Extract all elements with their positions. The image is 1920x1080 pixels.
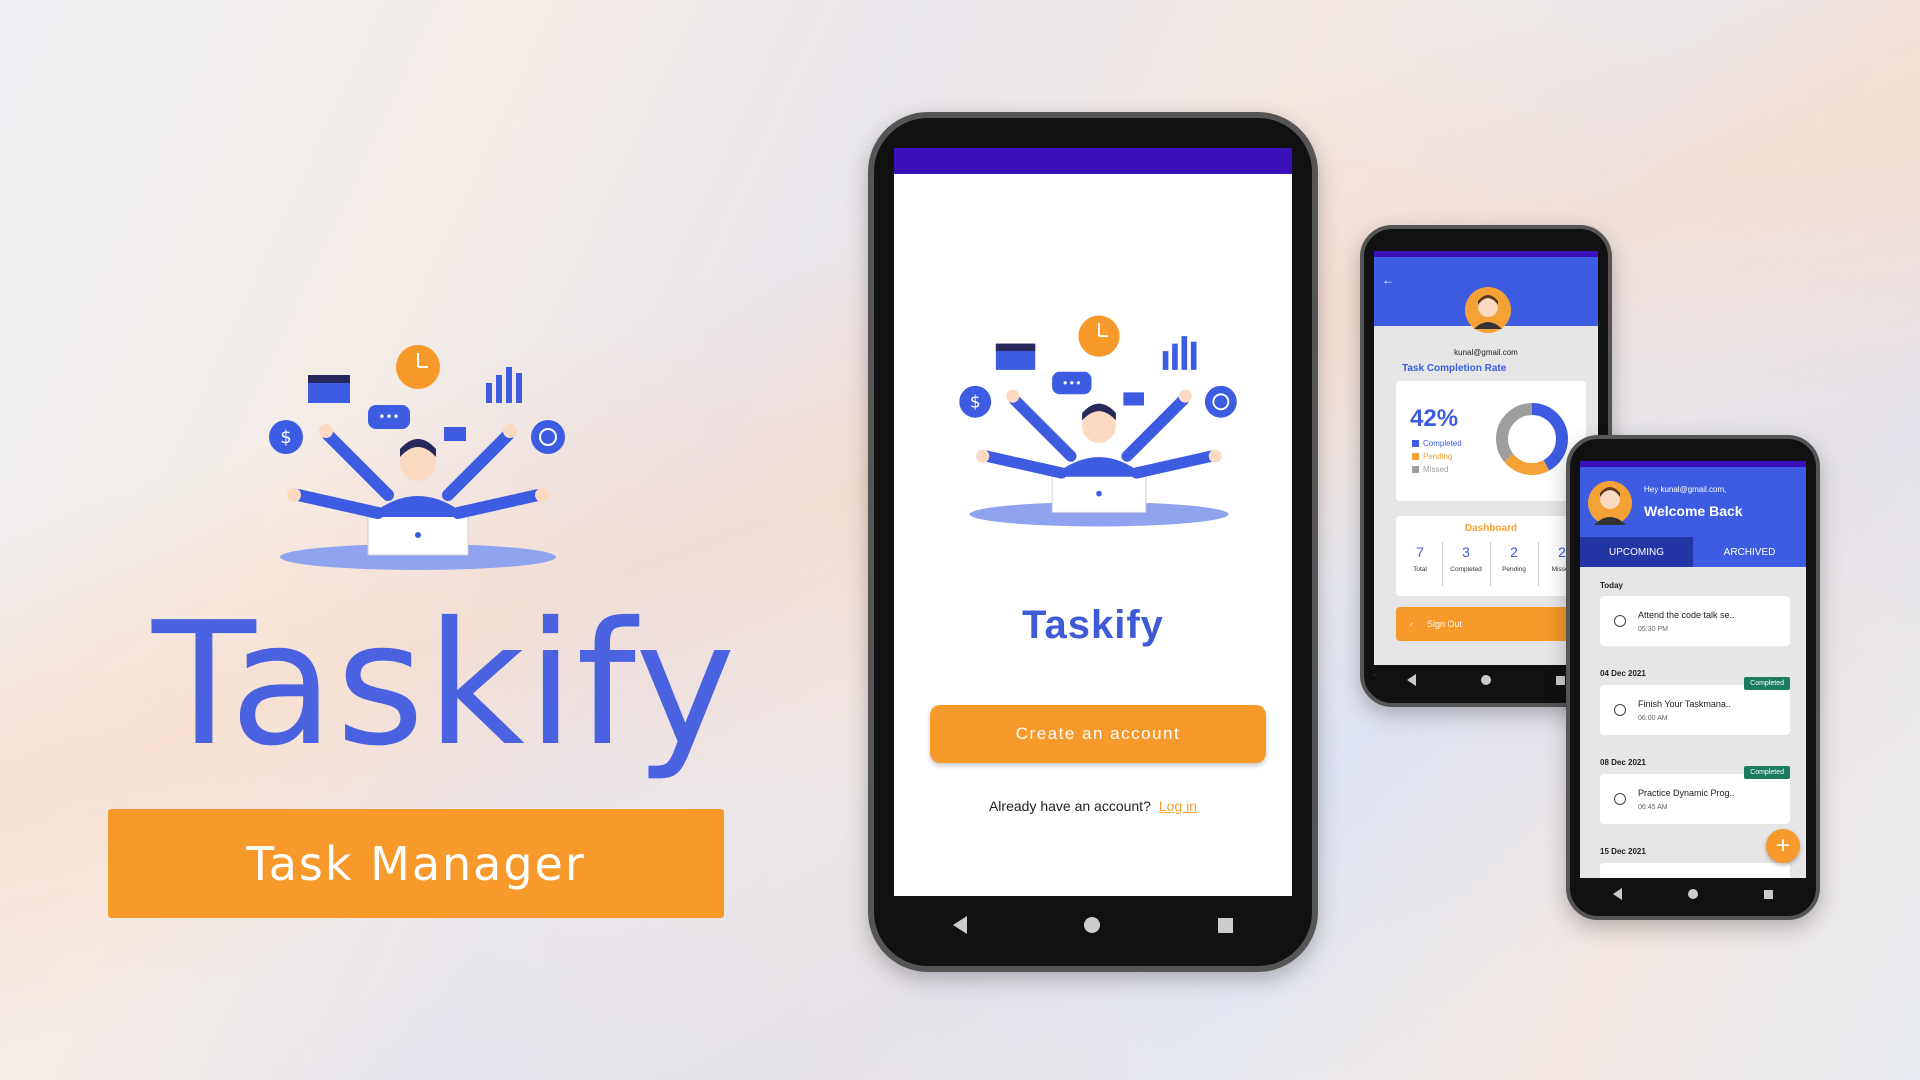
svg-text:•••: ••• xyxy=(1062,377,1082,390)
legend-missed: Missed xyxy=(1412,465,1448,474)
greeting-text: Hey kunal@gmail.com, xyxy=(1644,485,1727,494)
svg-text:$: $ xyxy=(280,427,291,448)
profile-email: kunal@gmail.com xyxy=(1454,348,1518,357)
stat-label: Pending xyxy=(1502,566,1526,573)
recents-icon[interactable] xyxy=(1556,675,1566,685)
login-row: Already have an account? Log in xyxy=(894,798,1292,814)
multitasking-illustration: $ ••• xyxy=(269,345,565,570)
task-checkbox[interactable] xyxy=(1614,615,1626,627)
multitasking-illustration: $ ••• xyxy=(959,315,1237,527)
task-time: 05:30 PM xyxy=(1638,626,1668,633)
back-icon[interactable] xyxy=(1613,888,1622,900)
system-nav-bar xyxy=(894,896,1292,954)
task-card[interactable]: Attend the code talk se.. 05:30 PM xyxy=(1600,596,1790,646)
avatar xyxy=(1588,481,1632,525)
create-account-button[interactable]: Create an account xyxy=(930,705,1266,763)
back-arrow-icon[interactable]: ← xyxy=(1382,273,1394,287)
recents-icon[interactable] xyxy=(1764,889,1773,899)
completion-donut xyxy=(1496,403,1568,475)
home-icon[interactable] xyxy=(1688,889,1698,899)
completion-card: 42% Completed Pending Missed xyxy=(1396,381,1586,501)
login-link[interactable]: Log in xyxy=(1159,798,1197,814)
phone-mockup-signup: $ ••• Taskify Create an account Already … xyxy=(868,112,1318,972)
task-checkbox[interactable] xyxy=(1614,793,1626,805)
back-icon[interactable] xyxy=(952,916,967,934)
dashboard-card: Dashboard 7 Total 3 Completed 2 Pending 2 Mi… xyxy=(1396,516,1586,596)
task-time: 06:45 AM xyxy=(1638,804,1668,811)
legend-label: Completed xyxy=(1423,439,1462,448)
home-icon[interactable] xyxy=(1084,917,1101,933)
svg-text:$: $ xyxy=(970,391,981,411)
status-badge: Completed xyxy=(1744,677,1790,690)
task-title: Attend the code talk se.. xyxy=(1638,610,1735,620)
date-label: 08 Dec 2021 xyxy=(1600,758,1646,767)
stat-value: 3 xyxy=(1462,544,1470,560)
legend-completed: Completed xyxy=(1412,439,1462,448)
home-icon[interactable] xyxy=(1480,675,1491,685)
date-label: 15 Dec 2021 xyxy=(1600,847,1646,856)
task-card[interactable]: Completed Finish Your Taskmana.. 06:00 A… xyxy=(1600,677,1790,735)
stat-label: Total xyxy=(1413,566,1427,573)
legend-swatch xyxy=(1412,453,1419,460)
welcome-text: Welcome Back xyxy=(1644,503,1743,519)
tab-archived[interactable]: ARCHIVED xyxy=(1693,537,1806,567)
phone-mockup-tasks: Hey kunal@gmail.com, Welcome Back UPCOMI… xyxy=(1566,435,1820,920)
tab-bar: UPCOMING ARCHIVED xyxy=(1580,537,1806,567)
stat-label: Completed xyxy=(1450,566,1482,573)
sign-out-button[interactable]: ‹ Sign Out xyxy=(1396,607,1586,641)
divider xyxy=(1442,542,1443,586)
completion-percent: 42% xyxy=(1410,405,1459,432)
stat-total: 7 Total xyxy=(1398,544,1442,573)
signup-screen: $ ••• Taskify Create an account Already … xyxy=(894,148,1292,908)
legend-pending: Pending xyxy=(1412,452,1452,461)
login-prompt: Already have an account? xyxy=(988,798,1151,814)
legend-label: Missed xyxy=(1423,465,1449,474)
divider xyxy=(1490,542,1491,586)
divider xyxy=(1538,542,1539,586)
system-nav-bar xyxy=(1374,665,1598,695)
back-icon[interactable] xyxy=(1406,674,1416,686)
system-nav-bar xyxy=(1580,878,1806,910)
stat-value: 7 xyxy=(1416,544,1424,560)
svg-text:•••: ••• xyxy=(378,410,399,424)
stat-value: 2 xyxy=(1510,544,1518,560)
task-title: Finish Your Taskmana.. xyxy=(1638,699,1731,709)
task-card[interactable]: Completed Practice Dynamic Prog.. 06:45 … xyxy=(1600,766,1790,824)
stat-completed: 3 Completed xyxy=(1444,544,1488,573)
profile-screen: ← kunal@gmail.com Task Completion Rate 4… xyxy=(1374,251,1598,676)
brand-title: Taskify xyxy=(152,586,738,784)
legend-label: Pending xyxy=(1423,452,1453,461)
task-time: 06:00 AM xyxy=(1638,715,1668,722)
completion-title: Task Completion Rate xyxy=(1402,363,1507,374)
dashboard-title: Dashboard xyxy=(1464,523,1518,534)
legend-swatch xyxy=(1412,440,1419,447)
avatar xyxy=(1465,287,1511,333)
task-title: Practice Dynamic Prog.. xyxy=(1638,788,1735,798)
brand-subtitle-banner: Task Manager xyxy=(108,809,724,918)
legend-swatch xyxy=(1412,466,1419,473)
recents-icon[interactable] xyxy=(1218,917,1234,933)
app-name: Taskify xyxy=(1022,603,1164,647)
date-label: 04 Dec 2021 xyxy=(1600,669,1646,678)
stat-pending: 2 Pending xyxy=(1492,544,1536,573)
tasks-header: Hey kunal@gmail.com, Welcome Back xyxy=(1580,461,1806,537)
status-badge: Completed xyxy=(1744,766,1790,779)
task-checkbox[interactable] xyxy=(1614,704,1626,716)
add-task-button[interactable]: + xyxy=(1766,829,1800,863)
tasks-screen: Hey kunal@gmail.com, Welcome Back UPCOMI… xyxy=(1580,461,1806,886)
date-label: Today xyxy=(1600,581,1623,590)
status-bar xyxy=(894,148,1292,174)
chevron-left-icon: ‹ xyxy=(1410,619,1413,629)
sign-out-label: Sign Out xyxy=(1427,619,1463,629)
tab-upcoming[interactable]: UPCOMING xyxy=(1580,537,1693,567)
